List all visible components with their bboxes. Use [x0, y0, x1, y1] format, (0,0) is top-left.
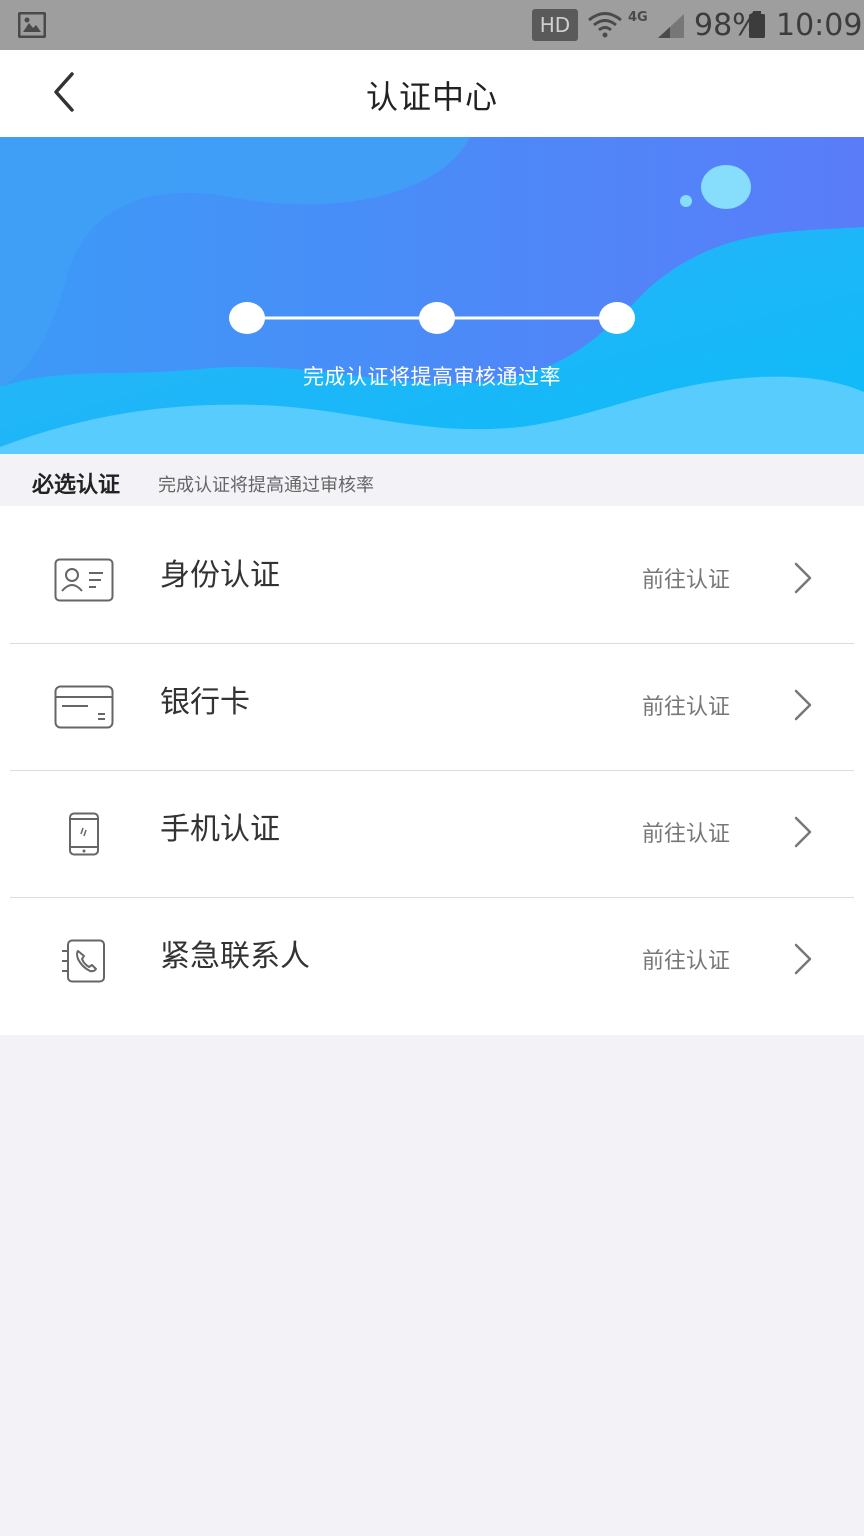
- go-verify-link[interactable]: 前往认证: [642, 689, 730, 721]
- network-type: 4G: [628, 10, 648, 25]
- list-item-bank-card[interactable]: 银行卡 前往认证: [0, 643, 864, 770]
- chevron-right-icon: [794, 943, 812, 975]
- item-label: 紧急联系人: [160, 939, 310, 974]
- hd-badge: HD: [532, 9, 578, 41]
- app-header: 认证中心: [0, 50, 864, 137]
- page-title: 认证中心: [365, 78, 498, 116]
- section-header: 必选认证 完成认证将提高通过审核率: [0, 454, 864, 506]
- chevron-right-icon: [794, 689, 812, 721]
- battery-icon: [749, 11, 765, 38]
- step-3-dot: [599, 302, 635, 334]
- go-verify-link[interactable]: 前往认证: [642, 562, 730, 594]
- list-item-emergency-contact[interactable]: 紧急联系人 前往认证: [0, 897, 864, 1024]
- banner-background: [0, 137, 864, 454]
- section-subtitle: 完成认证将提高通过审核率: [158, 475, 374, 496]
- clock: 10:09: [776, 8, 863, 43]
- verification-list: 身份认证 前往认证 银行卡 前往认证 手机认证 前往认证 紧急联系人 前往认证: [0, 506, 864, 1035]
- signal-icon: [658, 14, 684, 38]
- chevron-right-icon: [794, 816, 812, 848]
- list-item-identity[interactable]: 身份认证 前往认证: [0, 516, 864, 643]
- section-label: 必选认证: [32, 473, 121, 498]
- gallery-notification-icon: [18, 12, 46, 38]
- list-item-phone[interactable]: 手机认证 前往认证: [0, 770, 864, 897]
- step-1-dot: [229, 302, 265, 334]
- chevron-right-icon: [794, 562, 812, 594]
- go-verify-link[interactable]: 前往认证: [642, 943, 730, 975]
- contact-call-icon: [62, 939, 105, 983]
- bank-card-icon: [54, 685, 114, 729]
- item-label: 身份认证: [160, 558, 280, 593]
- item-label: 手机认证: [160, 812, 280, 847]
- go-verify-link[interactable]: 前往认证: [642, 816, 730, 848]
- step-2-dot: [419, 302, 455, 334]
- phone-icon: [69, 812, 99, 856]
- item-label: 银行卡: [160, 685, 250, 720]
- banner-caption: 完成认证将提高审核通过率: [303, 365, 561, 389]
- id-card-icon: [54, 558, 114, 602]
- progress-banner: 完成认证将提高审核通过率: [0, 137, 864, 454]
- status-bar: HD 4G 98% 10:09: [0, 0, 864, 50]
- wifi-icon: [588, 12, 622, 38]
